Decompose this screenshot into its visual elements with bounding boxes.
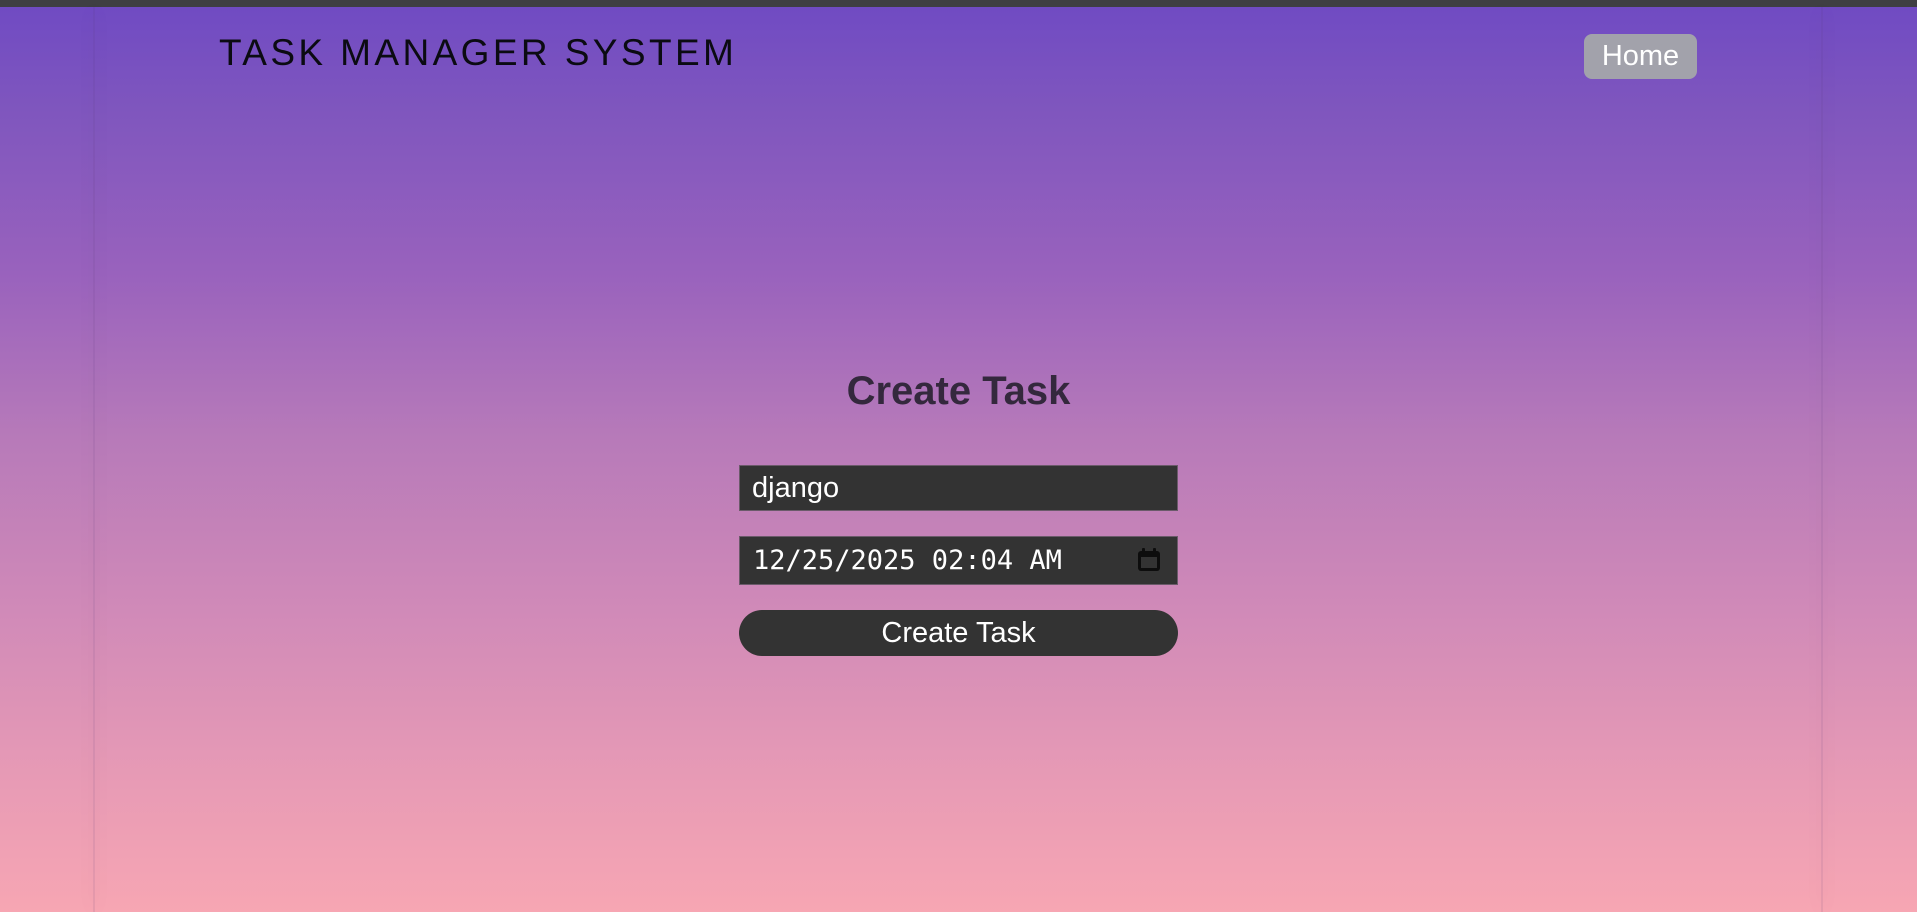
page-container-right-edge — [1821, 7, 1823, 912]
due-datetime-value: 12/25/2025 02:04 AM — [753, 545, 1062, 576]
calendar-icon[interactable] — [1136, 547, 1162, 573]
site-title: TASK MANAGER SYSTEM — [219, 32, 738, 73]
due-datetime-input[interactable]: 12/25/2025 02:04 AM — [739, 536, 1178, 585]
create-task-button[interactable]: Create Task — [739, 610, 1178, 656]
task-name-input[interactable] — [739, 465, 1178, 511]
form-heading: Create Task — [846, 369, 1071, 413]
home-link[interactable]: Home — [1584, 34, 1697, 79]
browser-top-edge — [0, 0, 1917, 7]
create-task-form: Create Task 12/25/2025 02:04 AM Create T… — [739, 365, 1178, 656]
page-container-left-edge — [93, 7, 95, 912]
site-header: TASK MANAGER SYSTEM Home — [0, 7, 1917, 107]
